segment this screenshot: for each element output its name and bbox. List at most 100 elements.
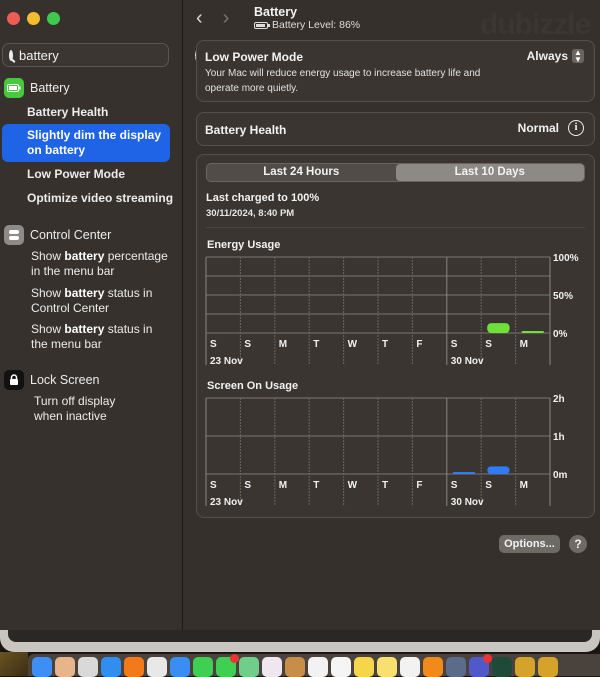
dock-app-finder-icon[interactable] [32, 657, 52, 677]
sidebar-item-optimize-video[interactable]: Optimize video streaming [27, 191, 177, 206]
item-highlight: battery [64, 286, 105, 300]
dock-app-mail-icon[interactable] [170, 657, 190, 677]
x-tick-label: M [279, 480, 287, 491]
traffic-lights [7, 12, 60, 25]
sidebar-section-battery[interactable]: Battery [4, 78, 70, 98]
dock-app-nuke-1-icon[interactable] [515, 657, 535, 677]
help-button[interactable]: ? [569, 535, 587, 553]
x-tick-label: M [520, 339, 528, 350]
battery-health-card: Battery Health Normal i [196, 112, 595, 146]
sidebar-item-battery-percentage[interactable]: Show battery percentage in the menu bar [31, 249, 176, 279]
y-tick-label: 50% [553, 291, 573, 302]
sidebar-item-battery-health[interactable]: Battery Health [27, 105, 108, 120]
x-tick-label: S [210, 339, 217, 350]
sidebar-section-control-center[interactable]: Control Center [4, 225, 111, 245]
dock [28, 654, 600, 677]
back-button[interactable]: ‹ [196, 7, 203, 30]
zoom-button[interactable] [47, 12, 60, 25]
usage-period-tabs: Last 24 Hours Last 10 Days [206, 163, 585, 182]
x-tick-label: W [348, 339, 358, 350]
bar [521, 331, 544, 333]
x-tick-label: S [244, 480, 251, 491]
battery-level: Battery Level: 86% [254, 19, 360, 31]
x-tick-label: S [485, 339, 492, 350]
sidebar-section-label: Lock Screen [30, 373, 100, 387]
search-input[interactable] [19, 47, 195, 63]
x-tick-label: S [451, 339, 458, 350]
x-tick-label: S [210, 480, 217, 491]
x-tick-label: M [279, 339, 287, 350]
date-label: 30 Nov [451, 356, 484, 367]
sidebar-item-turn-off-display[interactable]: Turn off display when inactive [34, 394, 134, 424]
battery-level-text: Battery Level: 86% [272, 19, 361, 31]
dock-app-calendar-icon[interactable] [308, 657, 328, 677]
chevron-up-down-icon: ▲ ▼ [572, 49, 584, 64]
low-power-mode-select[interactable]: Always ▲ ▼ [526, 49, 584, 64]
desktop-wallpaper [0, 652, 28, 676]
dock-app-maps-icon[interactable] [239, 657, 259, 677]
dock-app-pycharm-icon[interactable] [492, 657, 512, 677]
notification-badge [230, 654, 239, 663]
x-tick-label: W [348, 480, 358, 491]
item-highlight: battery [64, 322, 105, 336]
dock-app-firefox-icon[interactable] [124, 657, 144, 677]
x-tick-label: T [382, 339, 388, 350]
date-label: 30 Nov [451, 497, 484, 508]
tab-last-24-hours[interactable]: Last 24 Hours [207, 164, 396, 181]
dock-app-vlc-icon[interactable] [423, 657, 443, 677]
dock-app-chrome-icon[interactable] [147, 657, 167, 677]
dock-app-notes-icon[interactable] [354, 657, 374, 677]
dock-app-reminders-icon[interactable] [331, 657, 351, 677]
sidebar-section-label: Battery [30, 81, 70, 95]
sidebar-item-dim-display[interactable]: Slightly dim the display on battery [2, 124, 170, 162]
watermark: dubizzle [480, 8, 591, 41]
dock-app-messages-icon[interactable] [216, 654, 239, 677]
dock-app-stickies-icon[interactable] [377, 657, 397, 677]
item-text: Show [31, 249, 65, 263]
close-button[interactable] [7, 12, 20, 25]
sidebar-section-label: Control Center [30, 228, 112, 242]
x-tick-label: S [485, 480, 492, 491]
page-title: Battery [254, 5, 298, 19]
dock-app-photos-icon[interactable] [262, 657, 282, 677]
dock-app-teams-icon[interactable] [469, 654, 492, 677]
sidebar: × Battery Battery Health Slightly dim th… [0, 0, 201, 630]
bar [487, 466, 510, 474]
screen-on-usage-title: Screen On Usage [207, 380, 299, 392]
dock-app-calculator-icon[interactable] [78, 657, 98, 677]
dock-app-contacts-icon[interactable] [285, 657, 305, 677]
dock-app-nuke-2-icon[interactable] [538, 657, 558, 677]
dock-app-facetime-icon[interactable] [193, 657, 213, 677]
y-tick-label: 2h [553, 394, 565, 405]
sidebar-section-lock-screen[interactable]: Lock Screen [4, 370, 99, 390]
dock-app-freeform-icon[interactable] [400, 657, 420, 677]
battery-icon [4, 78, 24, 98]
sidebar-item-low-power-mode[interactable]: Low Power Mode [27, 167, 125, 182]
control-center-icon [4, 225, 24, 245]
x-tick-label: T [382, 480, 388, 491]
forward-button[interactable]: › [223, 7, 230, 30]
minimize-button[interactable] [27, 12, 40, 25]
screen-on-usage-chart: 0m 1h 2h S S M T W T F S S M 23 Nov 30 Nov [205, 394, 568, 508]
bar [452, 472, 476, 474]
dock-app-quicktime-icon[interactable] [446, 657, 466, 677]
y-tick-label: 0% [553, 329, 568, 340]
item-highlight: battery [64, 249, 105, 263]
date-label: 23 Nov [210, 497, 243, 508]
options-button[interactable]: Options... [499, 535, 560, 553]
sidebar-item-battery-status-cc[interactable]: Show battery status in Control Center [31, 286, 161, 316]
sidebar-item-battery-status-menu[interactable]: Show battery status in the menu bar [31, 322, 161, 352]
tab-last-10-days[interactable]: Last 10 Days [395, 164, 584, 181]
battery-level-icon [254, 21, 270, 29]
x-tick-label: S [244, 339, 251, 350]
low-power-mode-description: Your Mac will reduce energy usage to inc… [205, 68, 481, 94]
info-icon[interactable]: i [568, 120, 584, 136]
dock-app-safari-icon[interactable] [101, 657, 121, 677]
search-field[interactable]: × [2, 43, 201, 67]
low-power-mode-card: Low Power Mode Your Mac will reduce ener… [196, 40, 595, 102]
x-tick-label: F [416, 480, 422, 491]
lock-icon [4, 370, 24, 390]
screen-bezel [0, 630, 600, 652]
low-power-mode-value: Always [526, 49, 568, 63]
dock-app-launchpad-icon[interactable] [55, 657, 75, 677]
